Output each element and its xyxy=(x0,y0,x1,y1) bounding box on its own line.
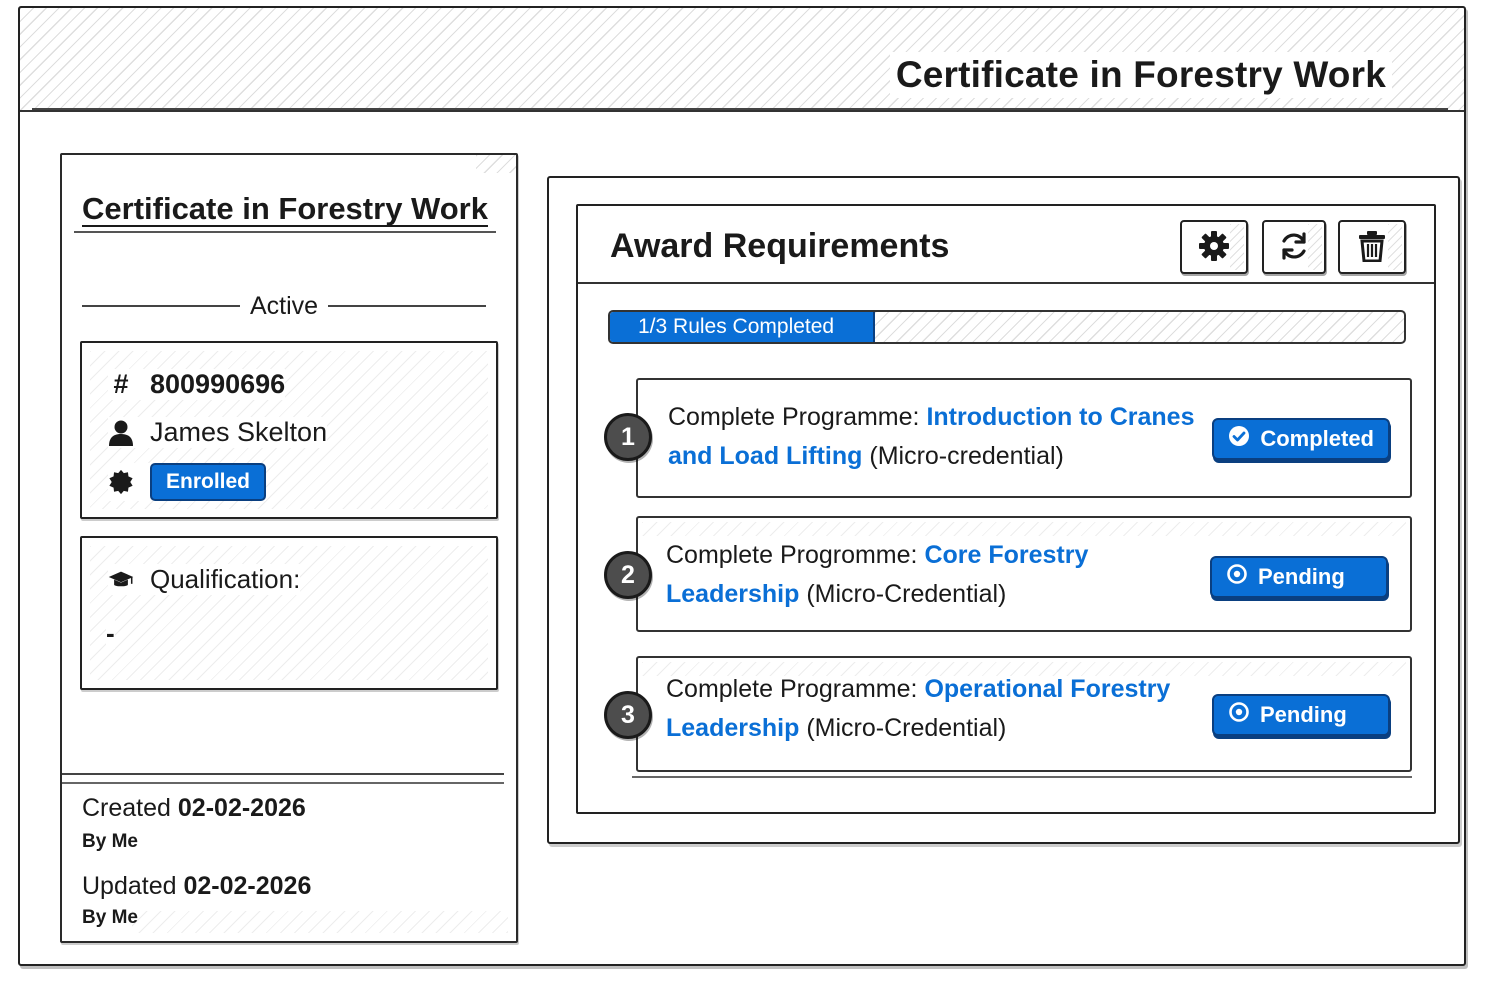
status-label: Completed xyxy=(1260,426,1374,451)
qualification-value-row: - xyxy=(106,618,115,649)
rule-number-badge: 3 xyxy=(604,691,652,739)
trash-icon xyxy=(1357,230,1387,265)
check-circle-icon xyxy=(1228,425,1250,453)
id-row: # 800990696 xyxy=(108,369,286,400)
corner-decoration xyxy=(476,155,516,173)
progress-label: 1/3 Rules Completed xyxy=(638,315,835,338)
created-label: Created xyxy=(82,794,171,822)
top-bar-divider xyxy=(32,108,1448,110)
updated-label: Updated xyxy=(82,872,177,900)
graduation-cap-icon xyxy=(108,567,134,593)
meta-divider-secondary xyxy=(62,782,504,784)
qualification-value: - xyxy=(106,618,115,648)
qualification-card: Qualification: - xyxy=(80,536,498,690)
updated-date: 02-02-2026 xyxy=(183,872,312,900)
rule-prefix: Complete Progromme: xyxy=(666,541,918,569)
divider-left xyxy=(82,305,240,307)
title-divider xyxy=(74,231,496,233)
card-texture xyxy=(642,522,1406,536)
rule-suffix: (Micro-Credential) xyxy=(806,580,1007,608)
gear-icon xyxy=(1198,230,1230,265)
updated-by: By Me xyxy=(82,907,138,928)
enrolment-card: # 800990696 James Skelton Enrolled xyxy=(80,341,498,519)
rule-suffix: (Micro-Credential) xyxy=(806,714,1007,742)
meta-divider xyxy=(62,773,504,775)
rule-card: 3 Complete Programme: Operational Forest… xyxy=(604,656,1412,772)
settings-button[interactable] xyxy=(1180,220,1248,274)
user-icon xyxy=(108,419,134,447)
status-label: Pending xyxy=(1260,702,1347,727)
certificate-seal-icon xyxy=(108,468,134,496)
updated-line: Updated 02-02-2026 xyxy=(82,871,311,901)
award-requirements-card: Award Requirements 1/3 Rules Completed 1… xyxy=(576,204,1436,814)
divider-right xyxy=(328,305,486,307)
status-completed-button[interactable]: Completed xyxy=(1212,418,1390,460)
rule-number-badge: 1 xyxy=(604,413,652,461)
award-header: Award Requirements xyxy=(578,206,1434,284)
rule-number-badge: 2 xyxy=(604,551,652,599)
enrolment-row: Enrolled xyxy=(108,463,267,501)
rule-description: Complete Programme: Operational Forestry… xyxy=(666,670,1196,748)
rule-card: 1 Complete Programme: Introduction to Cr… xyxy=(604,378,1412,498)
status-pending-button[interactable]: Pending xyxy=(1210,556,1388,598)
record-title: Certificate in Forestry Work xyxy=(82,191,488,226)
id-number: 800990696 xyxy=(150,369,286,399)
created-by: By Me xyxy=(82,831,138,852)
qualification-label: Qualification: xyxy=(150,564,301,594)
created-line: Created 02-02-2026 xyxy=(82,793,306,823)
page-title: Certificate in Forestry Work xyxy=(889,52,1392,98)
list-end-divider xyxy=(632,776,1412,778)
status-label: Pending xyxy=(1258,564,1345,589)
app-window: Certificate in Forestry Work Certificate… xyxy=(18,6,1466,966)
refresh-icon xyxy=(1278,230,1310,265)
rule-card: 2 Complete Progromme: Core Forestry Lead… xyxy=(604,516,1412,632)
person-row: James Skelton xyxy=(108,417,328,448)
status-row: Active xyxy=(82,291,486,321)
learner-name[interactable]: James Skelton xyxy=(150,417,327,448)
rule-suffix: (Micro-credential) xyxy=(869,442,1064,470)
progress-track xyxy=(874,312,1404,342)
delete-button[interactable] xyxy=(1338,220,1406,274)
refresh-button[interactable] xyxy=(1262,220,1326,274)
status-pending-button[interactable]: Pending xyxy=(1212,694,1390,736)
rule-prefix: Complete Programme: xyxy=(666,675,918,703)
rule-description: Complete Progromme: Core Forestry Leader… xyxy=(666,536,1196,614)
footer-texture xyxy=(132,911,508,933)
award-title: Award Requirements xyxy=(610,227,950,265)
rules-progress-bar: 1/3 Rules Completed xyxy=(608,310,1406,344)
hash-icon: # xyxy=(113,369,129,399)
record-summary-panel: Certificate in Forestry Work Active # 80… xyxy=(60,153,518,943)
created-date: 02-02-2026 xyxy=(177,794,306,822)
qualification-row: Qualification: xyxy=(108,564,301,595)
award-requirements-panel: Award Requirements 1/3 Rules Completed 1… xyxy=(547,176,1460,844)
pending-circle-icon xyxy=(1228,701,1250,729)
rule-prefix: Complete Programme: xyxy=(668,403,920,431)
rule-description: Complete Programme: Introduction to Cran… xyxy=(668,398,1198,476)
pending-circle-icon xyxy=(1226,563,1248,591)
enrolled-badge: Enrolled xyxy=(150,463,267,501)
status-label: Active xyxy=(249,291,319,320)
